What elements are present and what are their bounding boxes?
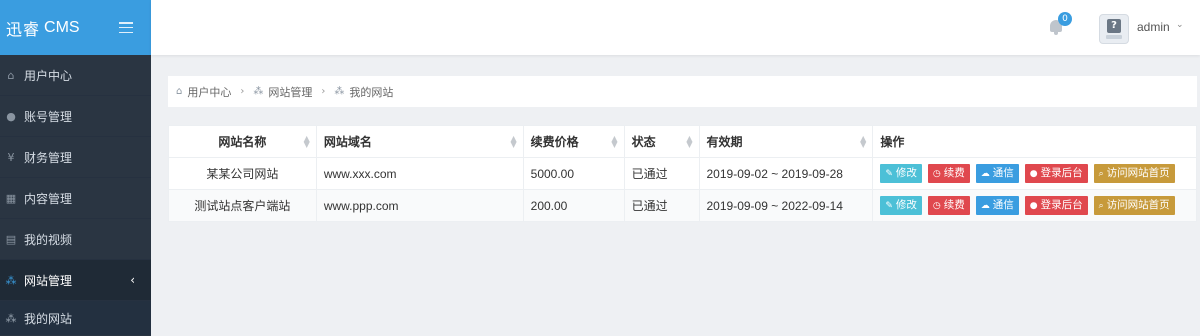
renew-button[interactable]: ◷ 续费 <box>927 196 970 215</box>
column-header-price[interactable]: 续费价格 ▲ ▼ <box>522 125 625 158</box>
sidebar-item-label: 财务管理 <box>24 150 73 165</box>
search-icon: ⌕ <box>1098 169 1104 179</box>
notify-button[interactable]: ☁ 通信 <box>975 164 1019 183</box>
sidebar-item-label: 网站管理 <box>24 273 73 288</box>
breadcrumb-item[interactable]: 网站管理 <box>268 84 312 100</box>
sidebar-item-label: 我的视频 <box>24 232 73 247</box>
breadcrumb: ⌂ 用户中心 › ⁂ 网站管理 › ⁂ 我的网站 <box>168 76 1197 107</box>
clock-icon: ◷ <box>932 169 941 179</box>
sidebar-item-label: 内容管理 <box>24 191 73 206</box>
edit-button[interactable]: ✎ 修改 <box>880 164 922 183</box>
edit-button[interactable]: ✎ 修改 <box>880 196 922 215</box>
breadcrumb-item[interactable]: 用户中心 <box>187 84 231 100</box>
sort-icon: ▲ ▼ <box>686 134 693 149</box>
sort-icon: ▲ ▼ <box>860 134 867 149</box>
user-icon: ● <box>1029 169 1038 179</box>
chevron-left-icon: ‹ <box>130 273 135 287</box>
chevron-right-icon: › <box>240 86 245 97</box>
search-icon: ⌕ <box>1098 201 1104 211</box>
brand-suffix: CMS <box>44 18 80 36</box>
visit-site-button[interactable]: ⌕ 访问网站首页 <box>1093 164 1175 183</box>
brand-bar: 迅睿 CMS <box>0 0 151 55</box>
cell-period: 2019-09-02 ~ 2019-09-28 <box>698 157 874 190</box>
top-header: 0 ? admin ⌄ <box>151 0 1200 55</box>
sidebar-item-account[interactable]: ● 账号管理 <box>0 96 151 137</box>
cell-actions: ✎ 修改 ◷ 续费 ☁ 通信 ● 登录后台 ⌕ 访问网站首页 <box>872 157 1197 190</box>
clock-icon: ◷ <box>932 201 941 211</box>
menu-toggle-icon[interactable] <box>119 22 133 33</box>
cloud-icon: ☁ <box>980 169 990 179</box>
cell-domain: www.xxx.com <box>315 157 524 190</box>
login-admin-button[interactable]: ● 登录后台 <box>1024 196 1088 215</box>
username[interactable]: admin <box>1137 20 1170 34</box>
cell-name: 测试站点客户端站 <box>168 189 317 222</box>
sidebar-item-finance[interactable]: ¥ 财务管理 <box>0 137 151 178</box>
home-icon: ⌂ <box>7 68 15 82</box>
sidebar-item-site-management[interactable]: ⁂ 网站管理 ‹ <box>0 260 151 301</box>
sitemap-icon: ⁂ <box>5 311 17 325</box>
cell-period: 2019-09-09 ~ 2022-09-14 <box>698 189 874 222</box>
sidebar-item-label: 用户中心 <box>24 68 73 83</box>
sidebar-item-user-center[interactable]: ⌂ 用户中心 <box>0 55 151 96</box>
cell-price: 5000.00 <box>522 157 625 190</box>
sitemap-icon: ⁂ <box>334 86 345 97</box>
column-header-period[interactable]: 有效期 ▲ ▼ <box>698 125 874 158</box>
table-row: 某某公司网站 www.xxx.com 5000.00 已通过 2019-09-0… <box>168 157 1197 190</box>
renew-button[interactable]: ◷ 续费 <box>927 164 970 183</box>
edit-icon: ✎ <box>885 169 893 179</box>
sitemap-icon: ⁂ <box>5 273 17 287</box>
avatar[interactable]: ? <box>1099 14 1129 44</box>
sidebar: 迅睿 CMS ⌂ 用户中心 ● 账号管理 ¥ 财务管理 ▦ 内容管理 ▤ 我的视… <box>0 0 151 336</box>
sort-icon: ▲ ▼ <box>611 134 618 149</box>
home-icon: ⌂ <box>176 86 183 97</box>
table-header-row: 网站名称 ▲ ▼ 网站域名 ▲ ▼ 续费价格 ▲ ▼ 状态 ▲ ▼ 有效期 ▲ ▼ 操作 <box>168 125 1197 158</box>
login-admin-button[interactable]: ● 登录后台 <box>1024 164 1088 183</box>
column-header-actions: 操作 <box>872 125 1197 158</box>
cell-status: 已通过 <box>623 189 700 222</box>
chevron-right-icon: › <box>321 86 326 97</box>
edit-icon: ✎ <box>885 201 893 211</box>
cell-actions: ✎ 修改 ◷ 续费 ☁ 通信 ● 登录后台 ⌕ 访问网站首页 <box>872 189 1197 222</box>
table-row: 测试站点客户端站 www.ppp.com 200.00 已通过 2019-09-… <box>168 189 1197 222</box>
visit-site-button[interactable]: ⌕ 访问网站首页 <box>1093 196 1175 215</box>
chevron-down-icon[interactable]: ⌄ <box>1176 20 1184 30</box>
sidebar-subitem-my-sites[interactable]: ⁂ 我的网站 <box>0 301 151 335</box>
cell-price: 200.00 <box>522 189 625 222</box>
sidebar-subitem-label: 我的网站 <box>24 311 73 326</box>
sites-table: 网站名称 ▲ ▼ 网站域名 ▲ ▼ 续费价格 ▲ ▼ 状态 ▲ ▼ 有效期 ▲ ▼ 操作 某某公司网… <box>168 125 1197 222</box>
sidebar-item-videos[interactable]: ▤ 我的视频 <box>0 219 151 260</box>
column-header-name[interactable]: 网站名称 ▲ ▼ <box>168 125 317 158</box>
cell-status: 已通过 <box>623 157 700 190</box>
column-header-status[interactable]: 状态 ▲ ▼ <box>623 125 700 158</box>
sort-icon: ▲ ▼ <box>303 134 310 149</box>
user-icon: ● <box>6 109 16 123</box>
sidebar-item-content[interactable]: ▦ 内容管理 <box>0 178 151 219</box>
user-icon: ● <box>1029 201 1038 211</box>
grid-icon: ▦ <box>5 191 17 205</box>
column-header-domain[interactable]: 网站域名 ▲ ▼ <box>315 125 524 158</box>
notify-button[interactable]: ☁ 通信 <box>975 196 1019 215</box>
cell-name: 某某公司网站 <box>168 157 317 190</box>
brand-name: 迅睿 <box>6 19 41 39</box>
file-icon: ▤ <box>5 232 17 246</box>
yen-icon: ¥ <box>7 150 15 164</box>
sidebar-item-label: 账号管理 <box>24 109 73 124</box>
cloud-icon: ☁ <box>980 201 990 211</box>
cell-domain: www.ppp.com <box>315 189 524 222</box>
sort-icon: ▲ ▼ <box>510 134 517 149</box>
breadcrumb-item: 我的网站 <box>349 85 394 99</box>
notification-badge: 0 <box>1058 12 1072 26</box>
sitemap-icon: ⁂ <box>253 86 264 97</box>
